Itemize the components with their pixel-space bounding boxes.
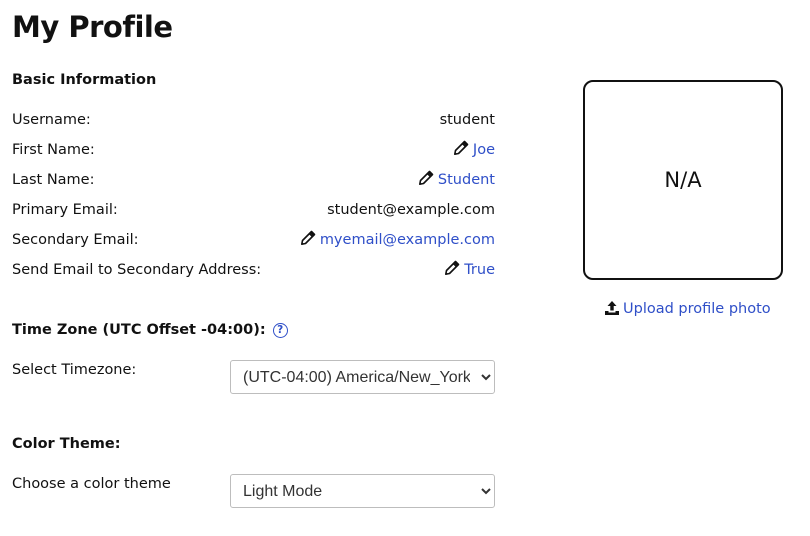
- photo-placeholder-text: N/A: [664, 168, 702, 192]
- last-name-value: Student: [437, 172, 495, 188]
- pencil-icon: [453, 140, 469, 155]
- timezone-select-label: Select Timezone:: [12, 362, 137, 378]
- primary-email-label: Primary Email:: [12, 202, 118, 218]
- timezone-heading-text: Time Zone (UTC Offset -04:00):: [12, 322, 266, 338]
- page-title: My Profile: [12, 10, 173, 44]
- color-theme-heading: Color Theme:: [12, 436, 121, 452]
- timezone-heading: Time Zone (UTC Offset -04:00): ?: [12, 322, 288, 338]
- pencil-icon: [445, 260, 460, 275]
- question-circle-icon[interactable]: ?: [272, 323, 288, 338]
- upload-photo-link[interactable]: Upload profile photo: [604, 300, 771, 317]
- username-value: student: [439, 112, 495, 128]
- last-name-edit-link[interactable]: Student: [418, 169, 495, 191]
- first-name-edit-link[interactable]: Joe: [453, 139, 495, 161]
- send-secondary-row: Send Email to Secondary Address: True: [12, 259, 495, 281]
- timezone-select[interactable]: (UTC-04:00) America/New_York: [230, 360, 495, 394]
- color-theme-select-label: Choose a color theme: [12, 476, 171, 492]
- color-theme-select[interactable]: Light Mode: [230, 474, 495, 508]
- profile-photo-placeholder: N/A: [583, 80, 783, 280]
- last-name-label: Last Name:: [12, 172, 95, 188]
- pencil-icon: [418, 170, 434, 185]
- primary-email-value: student@example.com: [327, 202, 495, 218]
- secondary-email-edit-link[interactable]: myemail@example.com: [300, 229, 495, 251]
- primary-email-row: Primary Email: student@example.com: [12, 199, 495, 221]
- first-name-value: Joe: [472, 142, 495, 158]
- upload-photo-label: Upload profile photo: [623, 301, 771, 317]
- username-row: Username: student: [12, 109, 495, 131]
- first-name-label: First Name:: [12, 142, 95, 158]
- upload-icon: [605, 301, 619, 315]
- send-secondary-edit-link[interactable]: True: [444, 259, 495, 281]
- username-label: Username:: [12, 112, 91, 128]
- secondary-email-label: Secondary Email:: [12, 232, 139, 248]
- secondary-email-row: Secondary Email: myemail@example.com: [12, 229, 495, 251]
- send-secondary-label: Send Email to Secondary Address:: [12, 262, 262, 278]
- last-name-row: Last Name: Student: [12, 169, 495, 191]
- pencil-icon: [300, 230, 316, 245]
- secondary-email-value: myemail@example.com: [319, 232, 495, 248]
- first-name-row: First Name: Joe: [12, 139, 495, 161]
- basic-info-heading: Basic Information: [12, 72, 157, 88]
- send-secondary-value: True: [464, 262, 495, 278]
